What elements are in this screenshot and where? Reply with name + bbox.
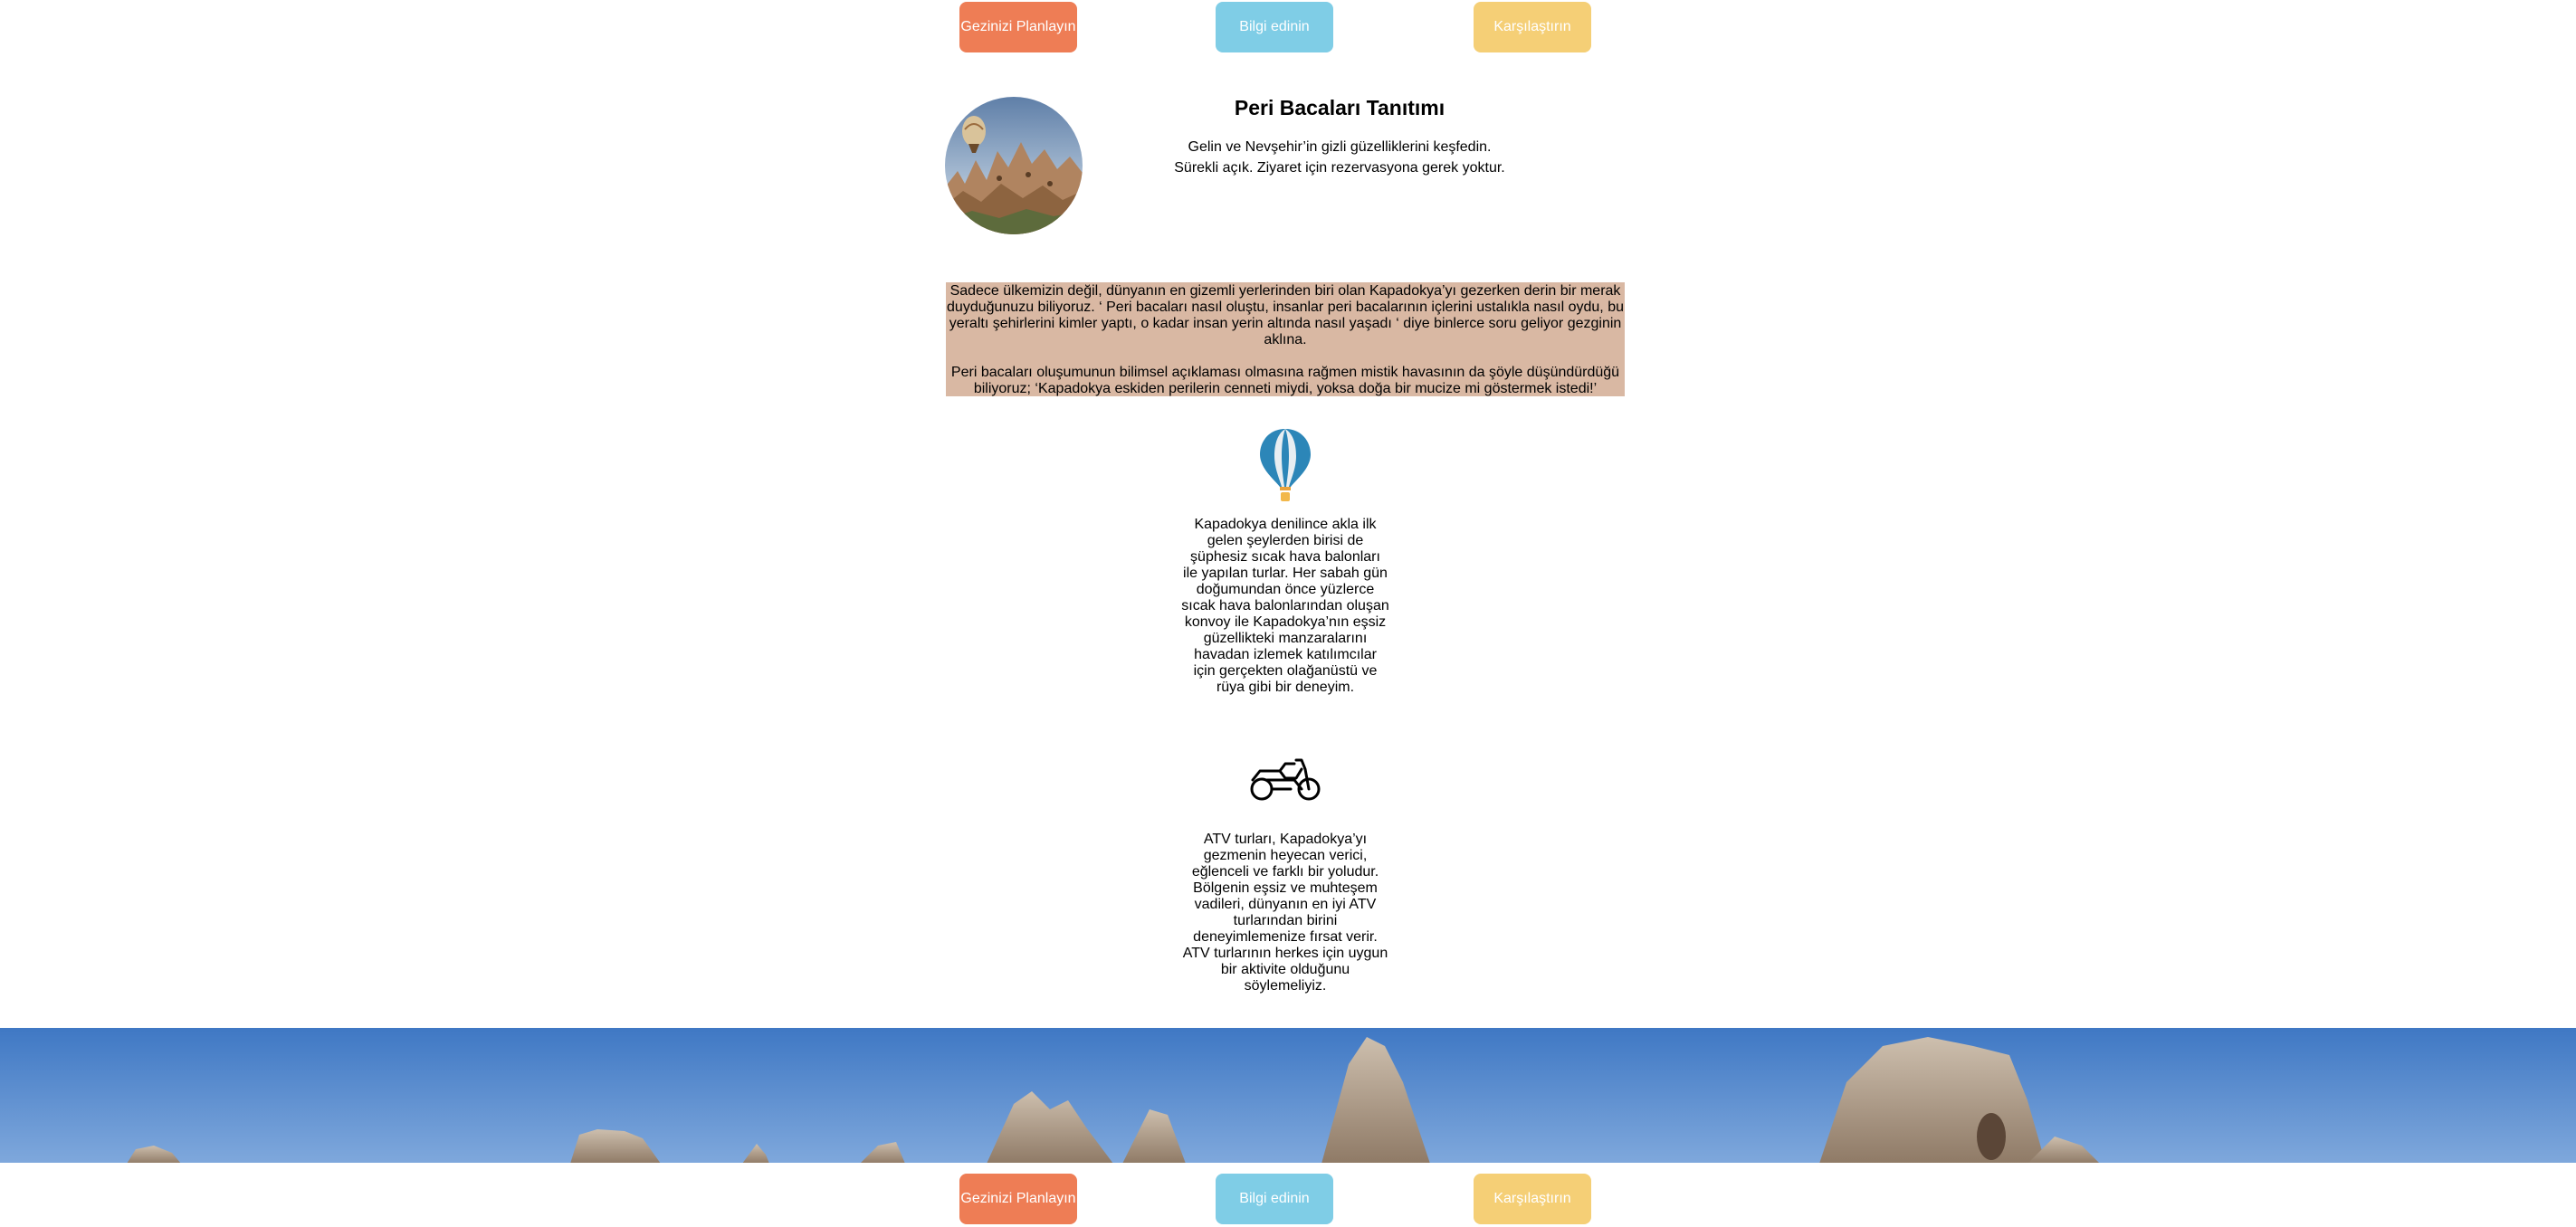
- fairy-chimneys-image: [945, 97, 1083, 234]
- story-paragraph-2: Peri bacaları oluşumunun bilimsel açıkla…: [950, 365, 1620, 396]
- intro-line-2: Sürekli açık. Ziyaret için rezervasyona …: [1174, 160, 1505, 176]
- story-box: Sadece ülkemizin değil, dünyanın en gize…: [946, 282, 1625, 396]
- cappadocia-landscape-banner: [0, 1028, 2576, 1164]
- plan-trip-button[interactable]: Gezinizi Planlayın: [959, 2, 1077, 52]
- balloon-tour-text: Kapadokya denilince akla ilk gelen şeyle…: [1181, 517, 1389, 695]
- compare-button-footer[interactable]: Karşılaştırın: [1474, 1174, 1591, 1224]
- hot-air-balloon-icon: [1258, 427, 1312, 503]
- get-info-button-footer[interactable]: Bilgi edinin: [1216, 1174, 1333, 1224]
- plan-trip-button-footer[interactable]: Gezinizi Planlayın: [959, 1174, 1077, 1224]
- story-paragraph-1: Sadece ülkemizin değil, dünyanın en gize…: [947, 283, 1624, 347]
- top-nav: Gezinizi Planlayın Bilgi edinin Karşılaş…: [0, 2, 2576, 56]
- get-info-button[interactable]: Bilgi edinin: [1216, 2, 1333, 52]
- bottom-nav: Gezinizi Planlayın Bilgi edinin Karşılaş…: [0, 1163, 2576, 1224]
- motorbike-icon: [1249, 756, 1321, 804]
- intro-line-1: Gelin ve Nevşehir’in gizli güzelliklerin…: [1188, 139, 1492, 155]
- atv-tour-text: ATV turları, Kapadokya’yı gezmenin heyec…: [1182, 832, 1388, 994]
- compare-button[interactable]: Karşılaştırın: [1474, 2, 1591, 52]
- page-title: Peri Bacaları Tanıtımı: [1234, 96, 1445, 119]
